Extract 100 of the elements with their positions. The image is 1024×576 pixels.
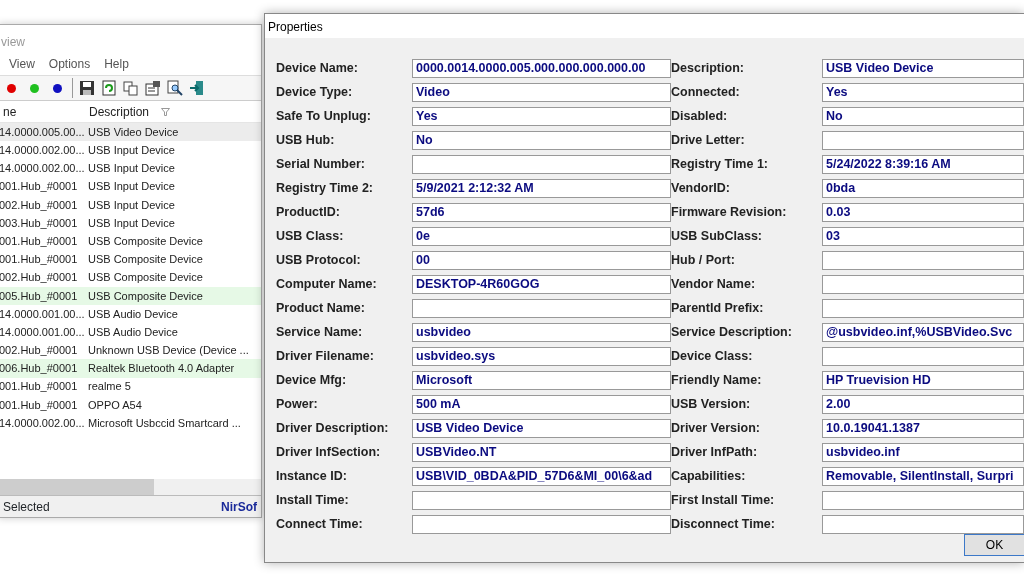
table-row[interactable]: 14.0000.002.00... Microsoft Usbccid Smartcard ... bbox=[0, 414, 261, 433]
field-label: Description: bbox=[671, 60, 745, 77]
properties-icon[interactable] bbox=[145, 80, 161, 96]
text-field[interactable]: usbvideo.sys bbox=[412, 347, 671, 366]
text-field[interactable] bbox=[412, 155, 671, 174]
table-row[interactable]: 002.Hub_#0001 USB Input Device bbox=[0, 195, 261, 214]
text-field[interactable]: No bbox=[412, 131, 671, 150]
table-cell-text: 002.Hub_#0001 bbox=[0, 197, 79, 213]
text-field[interactable]: 0bda bbox=[822, 179, 1024, 198]
field-label: VendorID: bbox=[671, 180, 732, 197]
menu-item[interactable]: View bbox=[9, 55, 35, 75]
window-title: view bbox=[0, 34, 26, 51]
refresh-icon[interactable] bbox=[101, 80, 117, 96]
text-field[interactable]: Removable, SilentInstall, Surpri bbox=[822, 467, 1024, 486]
table-row[interactable]: 14.0000.002.00... USB Input Device bbox=[0, 141, 261, 160]
table-row[interactable]: 001.Hub_#0001 USB Composite Device bbox=[0, 250, 261, 269]
field-label: USB Protocol: bbox=[276, 252, 362, 269]
dot-icon[interactable] bbox=[30, 83, 39, 93]
text-field[interactable]: 57d6 bbox=[412, 203, 671, 222]
text-field[interactable]: 03 bbox=[822, 227, 1024, 246]
text-field[interactable]: No bbox=[822, 107, 1024, 126]
scrollbar-thumb[interactable] bbox=[0, 479, 154, 495]
filter-icon[interactable] bbox=[161, 107, 171, 116]
field-label: Service Description: bbox=[671, 324, 793, 341]
table-row[interactable]: 006.Hub_#0001 Realtek Bluetooth 4.0 Adapter bbox=[0, 359, 261, 378]
table-row[interactable]: 14.0000.001.00... USB Audio Device bbox=[0, 304, 261, 324]
text-field[interactable] bbox=[412, 515, 671, 534]
field-label: USB Class: bbox=[276, 228, 345, 245]
table-row[interactable]: 001.Hub_#0001 USB Input Device bbox=[0, 177, 261, 196]
text-field[interactable]: USB\VID_0BDA&PID_57D6&MI_00\6&ad bbox=[412, 467, 671, 486]
field-label: Device Name: bbox=[276, 60, 359, 77]
field-label: Driver InfPath: bbox=[671, 444, 759, 461]
dot-icon[interactable] bbox=[53, 83, 62, 93]
table-cell-text: 002.Hub_#0001 bbox=[0, 270, 79, 286]
table-cell-text: 14.0000.002.00... bbox=[0, 415, 85, 431]
text-field[interactable] bbox=[822, 275, 1024, 294]
text-field[interactable]: usbvideo bbox=[412, 323, 671, 342]
table-row[interactable]: 14.0000.002.00... USB Input Device bbox=[0, 159, 261, 178]
table-row[interactable]: 001.Hub_#0001 OPPO A54 bbox=[0, 395, 261, 414]
table-row[interactable]: 14.0000.001.00... USB Audio Device bbox=[0, 323, 261, 342]
text-field[interactable]: 2.00 bbox=[822, 395, 1024, 414]
menu-item[interactable]: Help bbox=[104, 55, 129, 75]
text-field[interactable]: Microsoft bbox=[412, 371, 671, 390]
table-cell-text: 002.Hub_#0001 bbox=[0, 343, 79, 359]
text-field[interactable]: 0e bbox=[412, 227, 671, 246]
horizontal-scrollbar[interactable] bbox=[0, 479, 261, 495]
text-field[interactable] bbox=[822, 347, 1024, 366]
text-field[interactable]: HP Truevision HD bbox=[822, 371, 1024, 390]
table-cell-text: 14.0000.002.00... bbox=[0, 161, 85, 177]
text-field[interactable]: Yes bbox=[822, 83, 1024, 102]
table-row[interactable]: 002.Hub_#0001 USB Composite Device bbox=[0, 268, 261, 287]
dot-icon[interactable] bbox=[7, 83, 16, 93]
field-label: Firmware Revision: bbox=[671, 204, 788, 221]
ok-button[interactable]: OK bbox=[964, 534, 1024, 556]
table-row[interactable]: 005.Hub_#0001 USB Composite Device bbox=[0, 286, 261, 305]
table-row[interactable]: 003.Hub_#0001 USB Input Device bbox=[0, 213, 261, 233]
text-field[interactable] bbox=[822, 491, 1024, 510]
text-field[interactable]: DESKTOP-4R60GOG bbox=[412, 275, 671, 294]
text-field[interactable]: 00 bbox=[412, 251, 671, 270]
exit-icon[interactable] bbox=[189, 80, 205, 96]
text-field[interactable]: USB Video Device bbox=[822, 59, 1024, 78]
table-row[interactable]: 002.Hub_#0001 Unknown USB Device (Device ... bbox=[0, 341, 261, 360]
text-field[interactable] bbox=[412, 491, 671, 510]
text-field[interactable] bbox=[412, 299, 671, 318]
text-field[interactable]: 10.0.19041.1387 bbox=[822, 419, 1024, 438]
text-field[interactable]: 0000.0014.0000.005.000.000.000.000.00 bbox=[412, 59, 671, 78]
text-field[interactable] bbox=[822, 299, 1024, 318]
field-label: Install Time: bbox=[276, 492, 350, 509]
table-cell-text: Realtek Bluetooth 4.0 Adapter bbox=[87, 361, 236, 377]
text-field[interactable] bbox=[822, 251, 1024, 270]
text-field[interactable] bbox=[822, 515, 1024, 534]
table-cell-text: USB Composite Device bbox=[87, 270, 204, 286]
table-cell-text: 001.Hub_#0001 bbox=[0, 179, 79, 195]
table-row[interactable]: 001.Hub_#0001 realme 5 bbox=[0, 377, 261, 396]
text-field[interactable]: 500 mA bbox=[412, 395, 671, 414]
text-field[interactable] bbox=[822, 131, 1024, 150]
menu-item[interactable]: Options bbox=[48, 55, 91, 75]
text-field[interactable]: 5/9/2021 2:12:32 AM bbox=[412, 179, 671, 198]
credit-link[interactable]: NirSof bbox=[221, 497, 257, 516]
copy-icon[interactable] bbox=[123, 80, 139, 96]
text-field[interactable]: Video bbox=[412, 83, 671, 102]
text-field[interactable]: 0.03 bbox=[822, 203, 1024, 222]
text-field[interactable]: 5/24/2022 8:39:16 AM bbox=[822, 155, 1024, 174]
search-icon[interactable] bbox=[167, 80, 183, 96]
field-label: Driver Version: bbox=[671, 420, 761, 437]
table-row[interactable]: 14.0000.005.00... USB Video Device bbox=[0, 123, 261, 142]
text-field[interactable]: usbvideo.inf bbox=[822, 443, 1024, 462]
dialog-title: Properties bbox=[265, 14, 1024, 38]
field-label: Disabled: bbox=[671, 108, 729, 125]
field-label: Device Type: bbox=[276, 84, 354, 101]
text-field[interactable]: USBVideo.NT bbox=[412, 443, 671, 462]
text-field[interactable]: USB Video Device bbox=[412, 419, 671, 438]
text-field[interactable]: Yes bbox=[412, 107, 671, 126]
text-field[interactable]: @usbvideo.inf,%USBVideo.Svc bbox=[822, 323, 1024, 342]
column-header[interactable]: ne bbox=[0, 102, 85, 121]
table-row[interactable]: 001.Hub_#0001 USB Composite Device bbox=[0, 232, 261, 251]
table-cell-text: USB Input Device bbox=[87, 179, 176, 195]
save-icon[interactable] bbox=[79, 80, 95, 96]
column-header[interactable]: Description bbox=[89, 102, 150, 121]
table-cell-text: 14.0000.001.00... bbox=[0, 306, 85, 322]
